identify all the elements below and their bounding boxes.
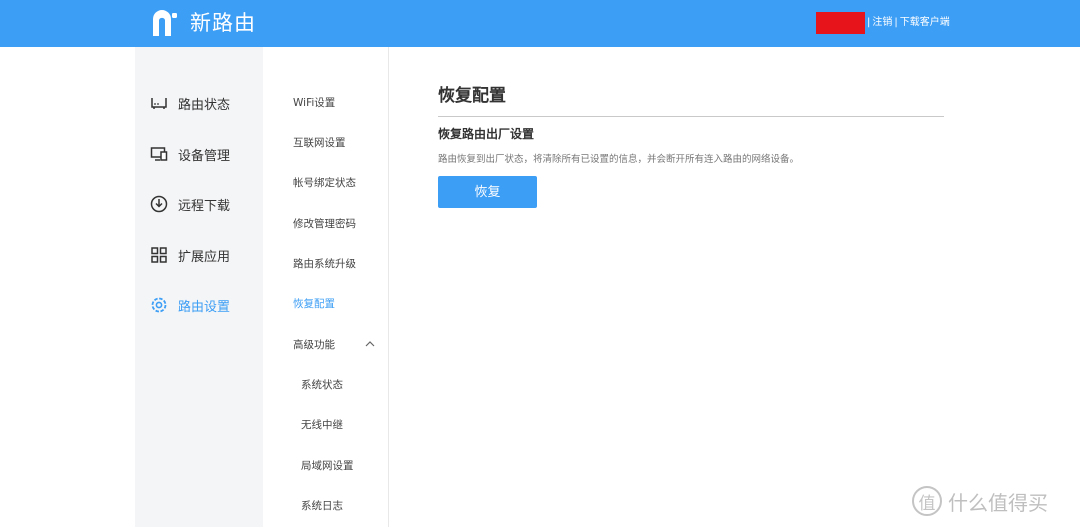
sidebar-item-remote-download[interactable]: 远程下载 xyxy=(150,193,230,215)
submenu-item-change-password[interactable]: 修改管理密码 xyxy=(293,217,356,231)
devices-icon xyxy=(150,147,168,161)
submenu-item-internet-settings[interactable]: 互联网设置 xyxy=(293,136,346,150)
primary-sidebar: 路由状态 设备管理 远程下载 扩展应用 路由设置 xyxy=(135,47,263,527)
download-client-link[interactable]: 下载客户端 xyxy=(900,16,950,30)
submenu-item-system-upgrade[interactable]: 路由系统升级 xyxy=(293,257,356,271)
submenu-item-wifi-settings[interactable]: WiFi设置 xyxy=(293,96,335,110)
separator: | xyxy=(894,17,898,28)
page-title: 恢复配置 xyxy=(438,86,506,106)
chevron-up-icon[interactable] xyxy=(365,341,375,347)
gear-icon xyxy=(151,297,167,313)
download-icon xyxy=(150,195,168,213)
watermark-text: 什么值得买 xyxy=(948,490,1048,515)
sidebar-item-router-status[interactable]: 路由状态 xyxy=(150,92,230,114)
submenu-item-advanced[interactable]: 高级功能 xyxy=(293,338,335,352)
restore-button[interactable]: 恢复 xyxy=(438,176,537,208)
submenu-item-lan-settings[interactable]: 局域网设置 xyxy=(301,459,354,473)
submenu-item-wireless-repeater[interactable]: 无线中继 xyxy=(301,418,343,432)
section-title: 恢复路由出厂设置 xyxy=(438,127,535,141)
watermark-logo-icon: 值 xyxy=(912,486,942,516)
sidebar-item-label: 远程下载 xyxy=(178,198,231,214)
sidebar-item-extension-apps[interactable]: 扩展应用 xyxy=(150,244,230,266)
router-icon xyxy=(151,98,167,109)
section-description: 路由恢复到出厂状态，将清除所有已设置的信息，并会断开所有连入路由的网络设备。 xyxy=(438,154,800,165)
logo-icon xyxy=(153,10,177,36)
title-divider xyxy=(438,116,944,117)
watermark: 值 什么值得买 xyxy=(912,486,1048,516)
redacted-username xyxy=(816,12,865,34)
settings-submenu: WiFi设置 互联网设置 帐号绑定状态 修改管理密码 路由系统升级 恢复配置 高… xyxy=(263,47,389,527)
logout-link[interactable]: 注销 xyxy=(872,16,892,30)
apps-grid-icon xyxy=(151,247,167,263)
top-header: 新路由 | 注销 | 下载客户端 xyxy=(0,0,1080,47)
submenu-item-account-binding[interactable]: 帐号绑定状态 xyxy=(293,176,356,190)
submenu-item-system-log[interactable]: 系统日志 xyxy=(301,499,343,513)
header-links: | 注销 | 下载客户端 xyxy=(865,16,950,30)
sidebar-item-label: 扩展应用 xyxy=(178,249,231,265)
sidebar-item-label: 路由状态 xyxy=(178,97,231,113)
sidebar-item-device-management[interactable]: 设备管理 xyxy=(150,143,230,165)
separator: | xyxy=(867,17,871,28)
submenu-item-system-status[interactable]: 系统状态 xyxy=(301,378,343,392)
sidebar-item-label: 设备管理 xyxy=(178,148,231,164)
submenu-item-restore-config[interactable]: 恢复配置 xyxy=(293,297,335,311)
sidebar-item-label: 路由设置 xyxy=(178,299,231,315)
app-name: 新路由 xyxy=(190,11,256,35)
sidebar-item-router-settings[interactable]: 路由设置 xyxy=(150,294,230,316)
